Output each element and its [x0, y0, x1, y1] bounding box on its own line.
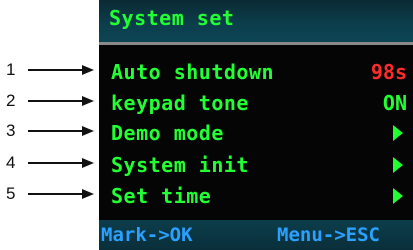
arrow-right-icon: [28, 158, 94, 168]
callout-2: 2: [0, 91, 100, 111]
menu-item-demo-mode[interactable]: Demo mode: [99, 119, 413, 149]
menu-item-label: Demo mode: [111, 121, 224, 145]
callout-5: 5: [0, 184, 100, 204]
menu-item-set-time[interactable]: Set time: [99, 182, 413, 212]
menu-item-value: ON: [382, 91, 407, 115]
menu-item-label: System init: [111, 153, 249, 177]
callout-number: 5: [6, 184, 16, 203]
menu-item-label: Set time: [111, 184, 212, 208]
footer-hint-ok: Mark->OK: [101, 224, 193, 246]
arrow-right-icon: [28, 126, 94, 136]
device-screen: System set Auto shutdown 98s keypad tone…: [99, 0, 413, 250]
menu-item-label: Auto shutdown: [111, 60, 275, 84]
triangle-right-icon: [393, 125, 403, 141]
screen-title: System set: [109, 6, 235, 30]
callout-number: 4: [6, 153, 16, 172]
menu-item-system-init[interactable]: System init: [99, 151, 413, 181]
triangle-right-icon: [393, 157, 403, 173]
footer-hint-esc: Menu->ESC: [277, 224, 380, 246]
menu-item-label: keypad tone: [111, 91, 249, 115]
screen-footer: Mark->OK Menu->ESC: [99, 220, 413, 250]
callout-number: 1: [6, 60, 16, 79]
menu-item-value: 98s: [370, 60, 407, 84]
screen-header: System set: [99, 0, 413, 42]
callout-3: 3: [0, 121, 100, 141]
menu-item-keypad-tone[interactable]: keypad tone ON: [99, 89, 413, 119]
callout-4: 4: [0, 153, 100, 173]
callout-number: 2: [6, 91, 16, 110]
arrow-right-icon: [28, 96, 94, 106]
callout-1: 1: [0, 60, 100, 80]
triangle-right-icon: [393, 188, 403, 204]
arrow-right-icon: [28, 189, 94, 199]
arrow-right-icon: [28, 65, 94, 75]
menu-item-auto-shutdown[interactable]: Auto shutdown 98s: [99, 58, 413, 88]
divider: [99, 42, 413, 45]
callout-number: 3: [6, 121, 16, 140]
